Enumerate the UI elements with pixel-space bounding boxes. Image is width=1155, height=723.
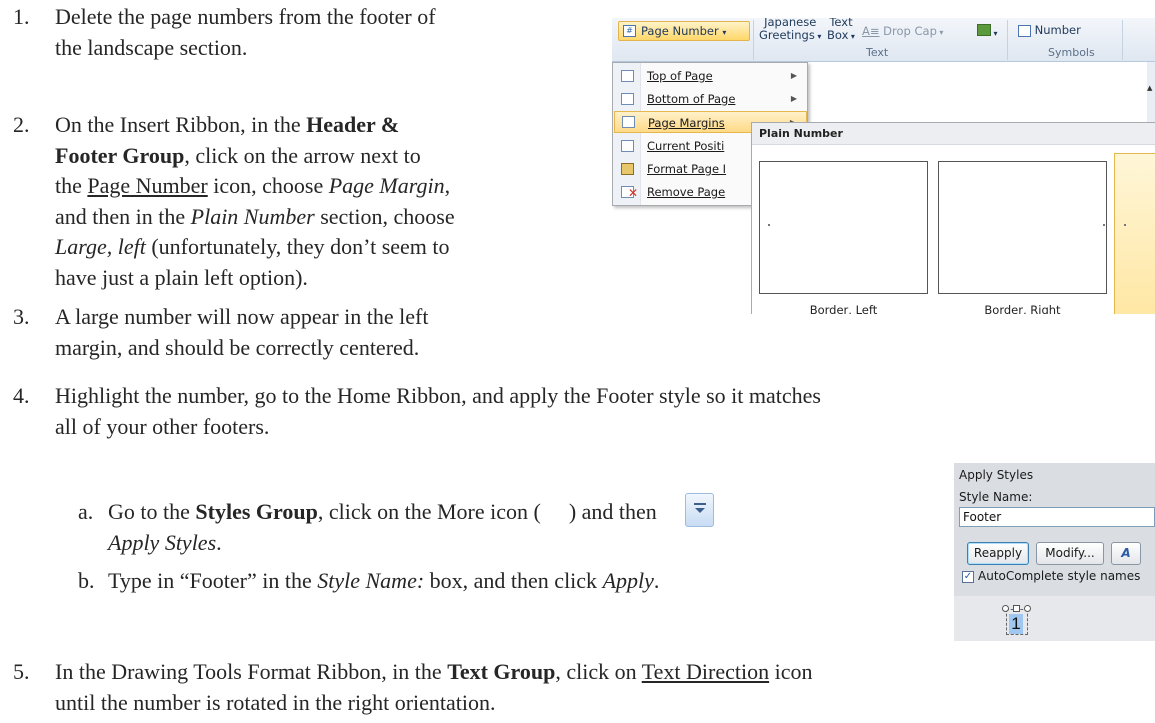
page-number-icon: # bbox=[623, 25, 636, 37]
modify-button[interactable]: Modify... bbox=[1036, 542, 1104, 565]
step-3: 3. A large number will now appear in the… bbox=[13, 302, 613, 364]
substep-b: b. Type in “Footer” in the Style Name: b… bbox=[78, 566, 718, 598]
step-text: A large number will now appear in the le… bbox=[55, 304, 429, 360]
document-canvas bbox=[954, 596, 1155, 641]
thumb-label-border-right: Border, Right bbox=[984, 303, 1061, 314]
selected-page-number: 1 bbox=[1009, 614, 1023, 634]
substep-text: Type in “Footer” in the Style Name: box,… bbox=[108, 568, 660, 593]
step-1: 1. Delete the page numbers from the foot… bbox=[13, 2, 613, 64]
step-number: 1. bbox=[13, 4, 30, 29]
reapply-button[interactable]: Reapply bbox=[967, 542, 1029, 565]
autocomplete-checkbox[interactable]: ✓ bbox=[962, 571, 974, 583]
page-number-link: Page Number bbox=[87, 173, 208, 198]
page-margins-icon bbox=[622, 116, 635, 128]
dialog-title: Apply Styles bbox=[959, 468, 1034, 482]
scrollbar[interactable]: ▲ bbox=[1147, 62, 1155, 122]
style-name-field[interactable]: Footer bbox=[959, 507, 1155, 527]
scroll-up-icon: ▲ bbox=[1147, 84, 1153, 92]
number-button[interactable]: Number bbox=[1018, 24, 1081, 37]
step-4: 4. Highlight the number, go to the Home … bbox=[13, 381, 1153, 443]
page-number-button[interactable]: # Page Number ▾ bbox=[618, 21, 750, 41]
group-label-text: Text bbox=[866, 46, 889, 59]
step-text: Delete the page numbers from the footer … bbox=[55, 4, 436, 60]
substep-a: a. Go to the Styles Group, click on the … bbox=[78, 497, 718, 559]
style-name-label: Style Name: bbox=[959, 490, 1033, 504]
step-number: 4. bbox=[13, 383, 30, 408]
page-top-icon bbox=[621, 70, 634, 82]
substep-letter: a. bbox=[78, 499, 94, 524]
thumb-label-border-left: Border, Left bbox=[809, 303, 878, 314]
number-icon bbox=[1018, 24, 1031, 37]
apply-styles-screenshot: Apply Styles Style Name: Footer Reapply … bbox=[954, 463, 1155, 641]
japanese-greetings-button[interactable]: Japanese Greetings ▾ bbox=[759, 18, 821, 43]
current-position-icon bbox=[621, 140, 634, 152]
step-text: Highlight the number, go to the Home Rib… bbox=[55, 383, 821, 439]
group-label-symbols: Symbols bbox=[1048, 46, 1095, 59]
step-5: 5. In the Drawing Tools Format Ribbon, i… bbox=[13, 657, 1153, 719]
format-page-numbers-icon bbox=[621, 163, 634, 175]
page-margins-gallery: Plain Number Border, Left Border, Right bbox=[751, 122, 1155, 314]
object-icon bbox=[977, 24, 991, 36]
substep-text: Go to the Styles Group, click on the Mor… bbox=[108, 499, 657, 555]
text-box-button[interactable]: Text Box ▾ bbox=[827, 18, 855, 43]
styles-pane-button[interactable]: A bbox=[1111, 542, 1141, 565]
submenu-arrow-icon: ▶ bbox=[790, 71, 797, 80]
step-text: In the Drawing Tools Format Ribbon, in t… bbox=[55, 659, 813, 715]
resize-handle[interactable] bbox=[1024, 605, 1031, 612]
ribbon-bar: # Page Number ▾ Japanese Greetings ▾ Tex… bbox=[612, 18, 1155, 62]
step-text: On the Insert Ribbon, in the Header & Fo… bbox=[55, 112, 455, 290]
step-number: 5. bbox=[13, 659, 30, 684]
drop-cap-button[interactable]: A≡ Drop Cap ▾ bbox=[862, 25, 943, 39]
step-number: 2. bbox=[13, 112, 30, 137]
step-number: 3. bbox=[13, 304, 30, 329]
gallery-thumb-border-right[interactable] bbox=[938, 161, 1107, 294]
page-number-menu-screenshot: # Page Number ▾ Japanese Greetings ▾ Tex… bbox=[612, 18, 1155, 314]
menu-item-bottom-of-page[interactable]: Bottom of Page ▶ bbox=[614, 88, 807, 110]
more-icon bbox=[685, 493, 714, 527]
substep-letter: b. bbox=[78, 568, 95, 593]
drop-cap-icon: A≡ bbox=[862, 24, 880, 38]
resize-handle[interactable] bbox=[1002, 605, 1009, 612]
autocomplete-label: AutoComplete style names bbox=[978, 569, 1141, 583]
gallery-section-header: Plain Number bbox=[752, 123, 1155, 145]
page-bottom-icon bbox=[621, 93, 634, 105]
remove-x-icon: ✕ bbox=[628, 186, 639, 200]
menu-item-top-of-page[interactable]: Top of Page ▶ bbox=[614, 65, 807, 87]
submenu-arrow-icon: ▶ bbox=[790, 94, 797, 103]
resize-handle[interactable] bbox=[1013, 605, 1020, 612]
gallery-thumb-selected[interactable] bbox=[1114, 153, 1155, 314]
object-button[interactable]: ▾ bbox=[977, 24, 998, 40]
dropdown-arrow-icon: ▾ bbox=[722, 28, 727, 37]
gallery-thumb-border-left[interactable] bbox=[759, 161, 928, 294]
step-2: 2. On the Insert Ribbon, in the Header &… bbox=[13, 110, 613, 295]
